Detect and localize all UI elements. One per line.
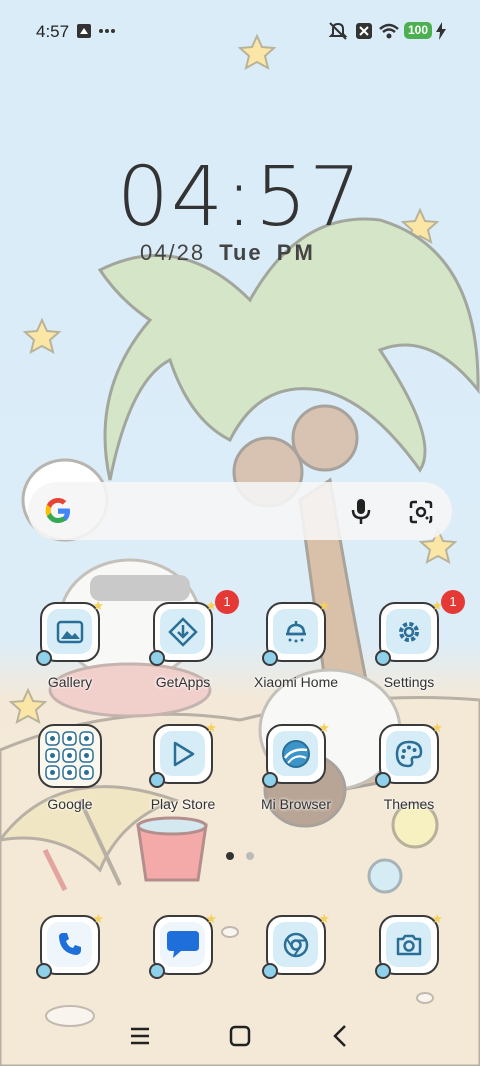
app-label: Themes — [383, 796, 435, 812]
getapps-icon: ★ — [149, 598, 217, 666]
google-logo-icon — [45, 498, 70, 523]
google-folder-icon — [38, 724, 102, 788]
shell-decoration-icon — [375, 650, 391, 666]
page-dot-active — [226, 852, 234, 860]
notification-badge: 1 — [215, 590, 239, 614]
dock-camera[interactable]: ★ — [359, 911, 459, 979]
star-decoration-icon: ★ — [205, 911, 217, 926]
app-play-store[interactable]: ★ Play Store — [133, 720, 233, 834]
chrome-icon: ★ — [262, 911, 330, 979]
page-dot — [246, 852, 254, 860]
date-widget: 04/28 Tue PM — [140, 240, 316, 266]
app-label: Gallery — [47, 674, 93, 690]
dock-chrome[interactable]: ★ — [246, 911, 346, 979]
date-text: 04/28 — [140, 240, 206, 265]
back-button[interactable] — [320, 1016, 360, 1056]
dock-phone[interactable]: ★ — [20, 911, 120, 979]
app-xiaomi-home[interactable]: ★ Xiaomi Home — [246, 598, 346, 712]
recents-button[interactable] — [120, 1016, 160, 1056]
more-notifications-icon — [99, 29, 115, 33]
shell-decoration-icon — [149, 772, 165, 788]
status-time: 4:57 — [36, 22, 70, 41]
shell-decoration-icon — [375, 963, 391, 979]
app-label: Google — [47, 796, 93, 812]
home-button[interactable] — [220, 1016, 260, 1056]
gallery-icon: ★ — [36, 598, 104, 666]
app-label: Xiaomi Home — [253, 674, 339, 690]
xiaomi-home-icon: ★ — [262, 598, 330, 666]
mi-browser-icon: ★ — [262, 720, 330, 788]
day-text: Tue — [219, 240, 263, 265]
shell-decoration-icon — [262, 963, 278, 979]
star-decoration-icon: ★ — [318, 598, 330, 613]
shell-decoration-icon — [375, 772, 391, 788]
app-gallery[interactable]: ★ Gallery — [20, 598, 120, 712]
shell-decoration-icon — [36, 963, 52, 979]
dock-messages[interactable]: ★ — [133, 911, 233, 979]
app-themes[interactable]: ★ Themes — [359, 720, 459, 834]
wifi-icon — [379, 23, 399, 39]
shell-decoration-icon — [149, 963, 165, 979]
clock-widget[interactable]: 04:57 — [0, 150, 480, 245]
navigation-bar — [0, 1006, 480, 1066]
no-sim-icon — [356, 23, 372, 39]
shell-decoration-icon — [262, 650, 278, 666]
settings-icon: ★ — [375, 598, 443, 666]
star-decoration-icon: ★ — [92, 598, 104, 613]
app-label: Play Store — [150, 796, 216, 812]
app-label: Settings — [383, 674, 435, 690]
mute-icon — [328, 22, 348, 40]
app-label: Mi Browser — [260, 796, 331, 812]
status-bar: 4:57 100 — [0, 0, 480, 60]
google-search-bar[interactable] — [28, 482, 452, 540]
notification-app-icon — [77, 24, 91, 38]
voice-search-icon[interactable] — [350, 498, 372, 526]
page-indicator[interactable] — [224, 851, 258, 861]
charging-icon — [436, 22, 446, 40]
app-mi-browser[interactable]: ★ Mi Browser — [246, 720, 346, 834]
play-store-icon: ★ — [149, 720, 217, 788]
star-decoration-icon: ★ — [431, 911, 443, 926]
battery-indicator: 100 — [404, 22, 432, 39]
shell-decoration-icon — [149, 650, 165, 666]
app-settings[interactable]: ★ 1 Settings — [359, 590, 465, 712]
star-decoration-icon: ★ — [318, 911, 330, 926]
star-decoration-icon: ★ — [431, 720, 443, 735]
camera-icon: ★ — [375, 911, 443, 979]
star-decoration-icon: ★ — [318, 720, 330, 735]
notification-badge: 1 — [441, 590, 465, 614]
shell-decoration-icon — [262, 772, 278, 788]
themes-icon: ★ — [375, 720, 443, 788]
star-decoration-icon: ★ — [92, 911, 104, 926]
app-label: GetApps — [155, 674, 211, 690]
star-decoration-icon: ★ — [205, 720, 217, 735]
ampm-text: PM — [276, 240, 316, 265]
messages-icon: ★ — [149, 911, 217, 979]
folder-google[interactable]: Google — [20, 724, 120, 834]
phone-icon: ★ — [36, 911, 104, 979]
shell-decoration-icon — [36, 650, 52, 666]
google-lens-icon[interactable] — [408, 499, 434, 525]
app-getapps[interactable]: ★ 1 GetApps — [133, 590, 239, 712]
